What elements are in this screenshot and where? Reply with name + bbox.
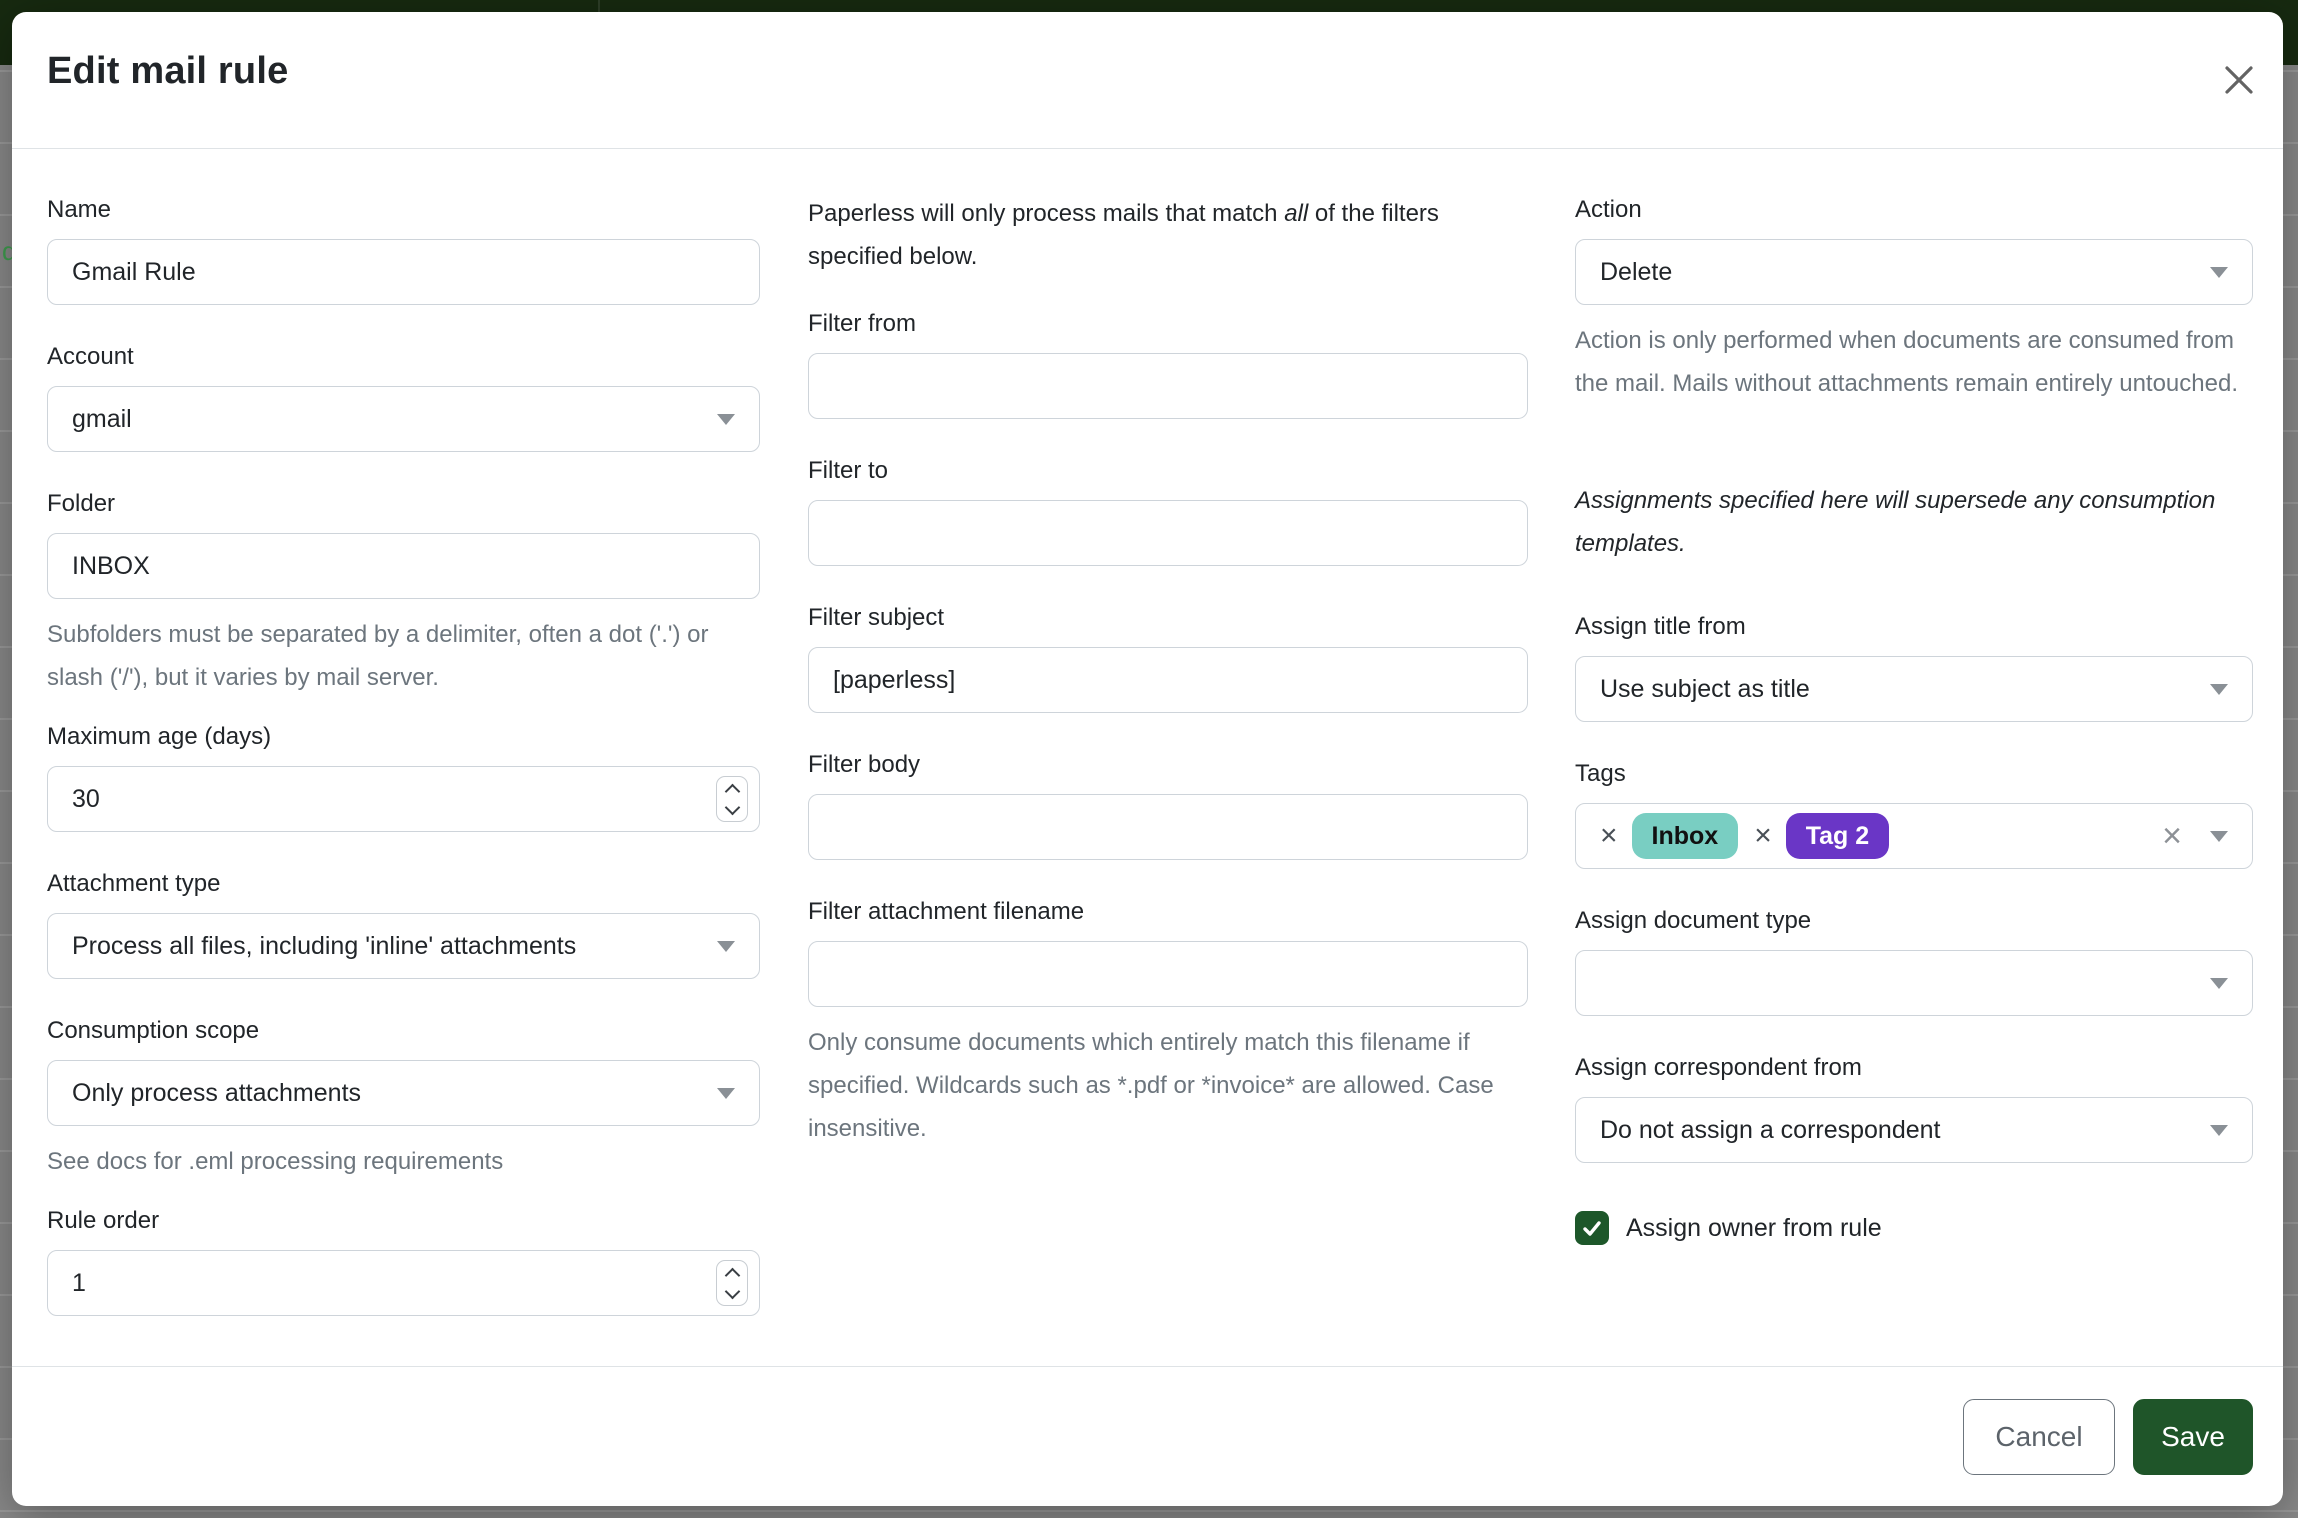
action-selected-value: Delete bbox=[1600, 258, 1672, 287]
dialog-footer: Cancel Save bbox=[12, 1366, 2283, 1506]
chevron-down-icon bbox=[2210, 831, 2228, 842]
dialog-title: Edit mail rule bbox=[47, 50, 288, 93]
assign-title-selected-value: Use subject as title bbox=[1600, 675, 1810, 704]
account-select[interactable]: gmail bbox=[47, 386, 760, 452]
column-actions: Action Delete Action is only performed w… bbox=[1575, 192, 2253, 1245]
assign-owner-checkbox-row[interactable]: Assign owner from rule bbox=[1575, 1211, 2253, 1245]
assign-correspondent-select[interactable]: Do not assign a correspondent bbox=[1575, 1097, 2253, 1163]
action-select[interactable]: Delete bbox=[1575, 239, 2253, 305]
account-selected-value: gmail bbox=[72, 405, 132, 434]
attachment-type-select[interactable]: Process all files, including 'inline' at… bbox=[47, 913, 760, 979]
filter-body-input[interactable] bbox=[808, 794, 1528, 860]
name-input[interactable] bbox=[47, 239, 760, 305]
save-button[interactable]: Save bbox=[2133, 1399, 2253, 1475]
account-label: Account bbox=[47, 339, 760, 375]
assign-correspondent-selected-value: Do not assign a correspondent bbox=[1600, 1116, 1941, 1145]
stepper-up-icon bbox=[724, 1267, 740, 1283]
action-label: Action bbox=[1575, 192, 2253, 228]
rule-order-input[interactable] bbox=[47, 1250, 760, 1316]
chevron-down-icon bbox=[717, 414, 735, 425]
filters-intro-text: Paperless will only process mails that m… bbox=[808, 192, 1528, 278]
folder-help-text: Subfolders must be separated by a delimi… bbox=[47, 613, 760, 699]
assign-owner-checkbox[interactable] bbox=[1575, 1211, 1609, 1245]
filter-from-label: Filter from bbox=[808, 306, 1528, 342]
close-button[interactable] bbox=[2223, 64, 2255, 96]
folder-label: Folder bbox=[47, 486, 760, 522]
column-general: Name Account gmail Folder Subfolders mus… bbox=[47, 192, 760, 1350]
chevron-down-icon bbox=[2210, 684, 2228, 695]
attachment-type-selected-value: Process all files, including 'inline' at… bbox=[72, 932, 576, 961]
attachment-type-label: Attachment type bbox=[47, 866, 760, 902]
filter-subject-input[interactable] bbox=[808, 647, 1528, 713]
chevron-down-icon bbox=[2210, 978, 2228, 989]
dialog-header: Edit mail rule bbox=[12, 12, 2283, 149]
chevron-down-icon bbox=[717, 1088, 735, 1099]
filter-subject-label: Filter subject bbox=[808, 600, 1528, 636]
consumption-scope-help-text: See docs for .eml processing requirement… bbox=[47, 1140, 760, 1183]
stepper-down-icon bbox=[724, 799, 740, 815]
assign-title-label: Assign title from bbox=[1575, 609, 2253, 645]
folder-input[interactable] bbox=[47, 533, 760, 599]
max-age-input[interactable] bbox=[47, 766, 760, 832]
assign-doctype-label: Assign document type bbox=[1575, 903, 2253, 939]
filter-filename-label: Filter attachment filename bbox=[808, 894, 1528, 930]
chevron-down-icon bbox=[2210, 1125, 2228, 1136]
action-help-text: Action is only performed when documents … bbox=[1575, 319, 2253, 405]
clear-all-tags-icon[interactable]: × bbox=[2162, 819, 2182, 853]
assign-owner-label: Assign owner from rule bbox=[1626, 1214, 1882, 1243]
consumption-scope-label: Consumption scope bbox=[47, 1013, 760, 1049]
name-label: Name bbox=[47, 192, 760, 228]
close-icon bbox=[2223, 64, 2255, 96]
tag-chip-inbox: Inbox bbox=[1632, 813, 1739, 859]
rule-order-stepper[interactable] bbox=[716, 1260, 748, 1306]
consumption-scope-selected-value: Only process attachments bbox=[72, 1079, 361, 1108]
filter-to-label: Filter to bbox=[808, 453, 1528, 489]
chevron-down-icon bbox=[2210, 267, 2228, 278]
chevron-down-icon bbox=[717, 941, 735, 952]
assignments-note: Assignments specified here will supersed… bbox=[1575, 479, 2253, 565]
stepper-up-icon bbox=[724, 783, 740, 799]
edit-mail-rule-dialog: Edit mail rule Name Account gmail Folder… bbox=[12, 12, 2283, 1506]
intro-italic-word: all bbox=[1284, 200, 1308, 227]
tag-chip-tag2: Tag 2 bbox=[1786, 813, 1889, 859]
filter-filename-help-text: Only consume documents which entirely ma… bbox=[808, 1021, 1528, 1150]
tags-label: Tags bbox=[1575, 756, 2253, 792]
rule-order-label: Rule order bbox=[47, 1203, 760, 1239]
assign-correspondent-label: Assign correspondent from bbox=[1575, 1050, 2253, 1086]
assign-doctype-select[interactable] bbox=[1575, 950, 2253, 1016]
remove-tag-2-icon[interactable]: × bbox=[1754, 819, 1772, 853]
filter-to-input[interactable] bbox=[808, 500, 1528, 566]
column-filters: Paperless will only process mails that m… bbox=[808, 192, 1528, 1170]
consumption-scope-select[interactable]: Only process attachments bbox=[47, 1060, 760, 1126]
max-age-label: Maximum age (days) bbox=[47, 719, 760, 755]
filter-body-label: Filter body bbox=[808, 747, 1528, 783]
filter-filename-input[interactable] bbox=[808, 941, 1528, 1007]
checkmark-icon bbox=[1581, 1217, 1603, 1239]
cancel-button[interactable]: Cancel bbox=[1963, 1399, 2115, 1475]
stepper-down-icon bbox=[724, 1283, 740, 1299]
assign-title-select[interactable]: Use subject as title bbox=[1575, 656, 2253, 722]
filter-from-input[interactable] bbox=[808, 353, 1528, 419]
tags-select[interactable]: × Inbox × Tag 2 × bbox=[1575, 803, 2253, 869]
max-age-stepper[interactable] bbox=[716, 776, 748, 822]
remove-tag-inbox-icon[interactable]: × bbox=[1600, 819, 1618, 853]
